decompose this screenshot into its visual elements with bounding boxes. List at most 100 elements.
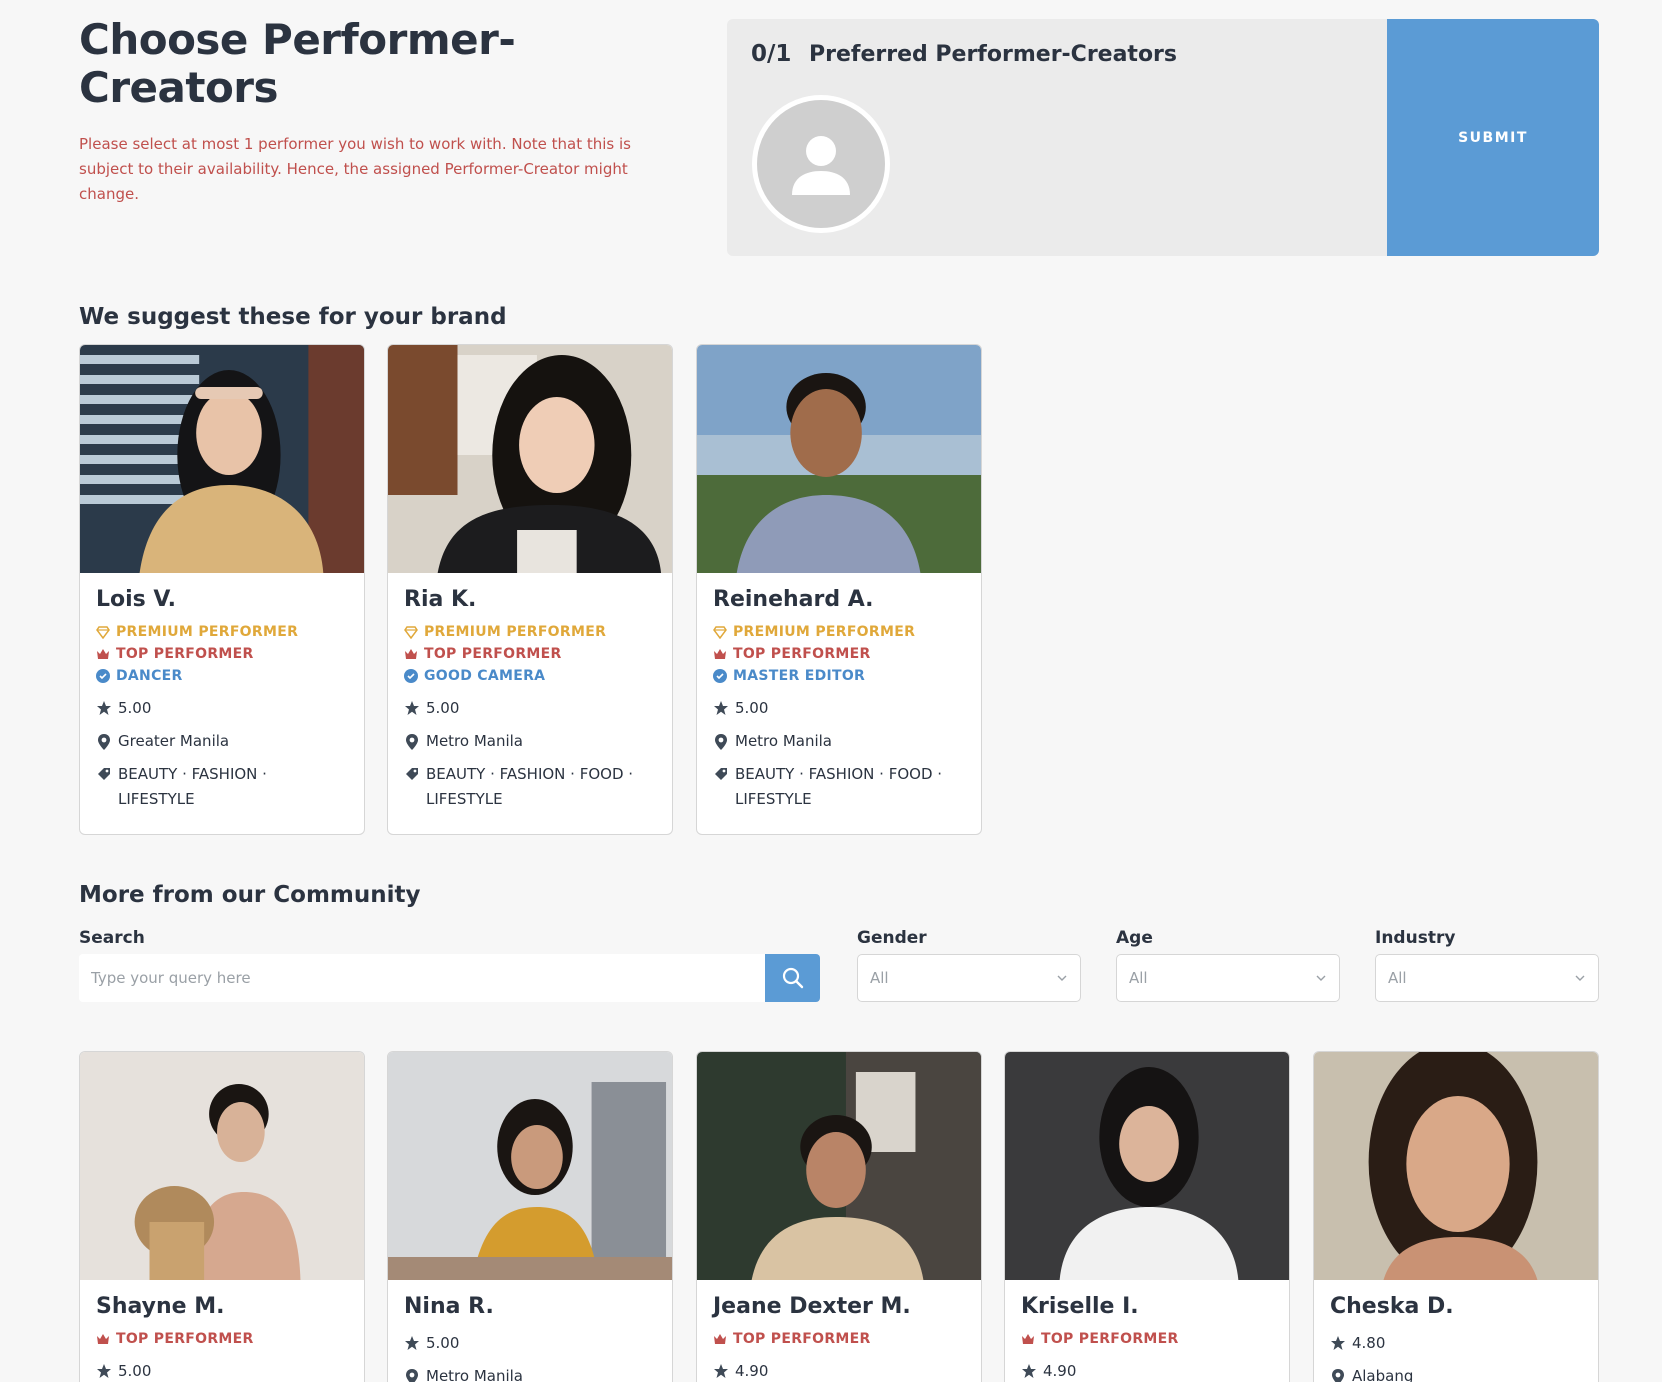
skill-label: GOOD CAMERA (424, 668, 546, 684)
star-icon (1331, 1336, 1345, 1350)
performer-card[interactable]: Kriselle I. TOP PERFORMER 4.90 (1004, 1051, 1290, 1382)
chevron-down-icon (1057, 975, 1067, 981)
tags-row: BEAUTY · FASHION · FOOD · LIFESTYLE (404, 762, 656, 812)
top-badge: TOP PERFORMER (1021, 1331, 1273, 1347)
location-value: Metro Manila (426, 732, 524, 750)
diamond-icon (96, 626, 110, 639)
chevron-down-icon (1316, 975, 1326, 981)
gender-value: All (870, 969, 889, 987)
top-badge: TOP PERFORMER (713, 646, 965, 662)
top-badge: TOP PERFORMER (713, 1331, 965, 1347)
top-label: TOP PERFORMER (116, 646, 254, 662)
tag-icon (406, 768, 418, 780)
crown-icon (714, 1334, 726, 1344)
age-select[interactable]: All (1116, 954, 1340, 1002)
top-label: TOP PERFORMER (1041, 1331, 1179, 1347)
rating-value: 5.00 (118, 699, 152, 717)
performer-name: Jeane Dexter M. (713, 1294, 911, 1319)
location-value: Metro Manila (735, 732, 833, 750)
location-value: Alabang (1352, 1367, 1414, 1382)
age-label: Age (1116, 928, 1153, 948)
top-badge: TOP PERFORMER (96, 1331, 348, 1347)
avatar-placeholder[interactable] (752, 95, 890, 233)
search-icon (782, 967, 803, 989)
rating-value: 5.00 (118, 1362, 152, 1380)
tags-value: BEAUTY · FASHION · LIFESTYLE (118, 765, 267, 808)
premium-badge: PREMIUM PERFORMER (713, 624, 965, 640)
performer-name: Cheska D. (1330, 1294, 1454, 1319)
rating-value: 4.90 (1043, 1362, 1077, 1380)
star-icon (1022, 1364, 1036, 1378)
rating-row: 5.00 (96, 696, 348, 721)
rating-row: 4.90 (1021, 1359, 1273, 1382)
crown-icon (405, 649, 417, 659)
performer-name: Shayne M. (96, 1294, 225, 1319)
submit-button[interactable]: SUBMIT (1387, 19, 1599, 256)
performer-card[interactable]: Shayne M. TOP PERFORMER 5.00 (79, 1051, 365, 1382)
location-pin-icon (406, 1369, 418, 1382)
top-label: TOP PERFORMER (733, 1331, 871, 1347)
tag-icon (98, 768, 110, 780)
age-value: All (1129, 969, 1148, 987)
performer-photo (697, 1052, 981, 1280)
preferred-count: 0/1 (751, 41, 792, 67)
rating-value: 5.00 (426, 1334, 460, 1352)
industry-value: All (1388, 969, 1407, 987)
performer-card[interactable]: Cheska D. 4.80 Alabang (1313, 1051, 1599, 1382)
top-label: TOP PERFORMER (116, 1331, 254, 1347)
gender-select[interactable]: All (857, 954, 1081, 1002)
top-badge: TOP PERFORMER (404, 646, 656, 662)
location-pin-icon (406, 734, 418, 750)
star-icon (97, 701, 111, 715)
performer-name: Ria K. (404, 587, 477, 612)
premium-label: PREMIUM PERFORMER (116, 624, 299, 640)
performer-card[interactable]: Lois V. PREMIUM PERFORMER TOP PERFORMER … (79, 344, 365, 835)
performer-card[interactable]: Jeane Dexter M. TOP PERFORMER 4.90 (696, 1051, 982, 1382)
premium-badge: PREMIUM PERFORMER (404, 624, 656, 640)
rating-row: 5.00 (96, 1359, 348, 1382)
skill-badge: GOOD CAMERA (404, 668, 656, 684)
performer-photo (80, 1052, 364, 1280)
star-icon (714, 701, 728, 715)
search-button[interactable] (765, 954, 820, 1002)
industry-select[interactable]: All (1375, 954, 1599, 1002)
location-row: Greater Manila (96, 729, 348, 754)
top-badge: TOP PERFORMER (96, 646, 348, 662)
search-label: Search (79, 928, 145, 948)
rating-value: 4.80 (1352, 1334, 1386, 1352)
performer-card[interactable]: Reinehard A. PREMIUM PERFORMER TOP PERFO… (696, 344, 982, 835)
search-input[interactable] (79, 954, 765, 1002)
rating-row: 4.90 (713, 1359, 965, 1382)
skill-label: MASTER EDITOR (733, 668, 866, 684)
verified-icon (713, 669, 727, 683)
star-icon (97, 1364, 111, 1378)
star-icon (405, 1336, 419, 1350)
performer-card[interactable]: Ria K. PREMIUM PERFORMER TOP PERFORMER G… (387, 344, 673, 835)
community-title: More from our Community (79, 882, 421, 908)
performer-name: Reinehard A. (713, 587, 874, 612)
search-bar (79, 954, 820, 1002)
performer-photo (1314, 1052, 1598, 1280)
location-row: Metro Manila (713, 729, 965, 754)
selection-notice: Please select at most 1 performer you wi… (79, 135, 631, 203)
location-value: Metro Manila (426, 1367, 524, 1382)
page-title: Choose Performer-Creators (79, 15, 516, 112)
preferred-label: Preferred Performer-Creators (809, 42, 1178, 67)
premium-badge: PREMIUM PERFORMER (96, 624, 348, 640)
performer-name: Nina R. (404, 1294, 494, 1319)
rating-value: 5.00 (735, 699, 769, 717)
performer-card[interactable]: Nina R. 5.00 Metro Manila (387, 1051, 673, 1382)
location-value: Greater Manila (118, 732, 230, 750)
user-icon (792, 136, 850, 195)
crown-icon (1022, 1334, 1034, 1344)
star-icon (714, 1364, 728, 1378)
premium-label: PREMIUM PERFORMER (424, 624, 607, 640)
performer-photo (1005, 1052, 1289, 1280)
rating-row: 4.80 (1330, 1331, 1582, 1356)
rating-row: 5.00 (404, 696, 656, 721)
location-row: Metro Manila (404, 729, 656, 754)
tags-value: BEAUTY · FASHION · FOOD · LIFESTYLE (735, 765, 943, 808)
location-pin-icon (715, 734, 727, 750)
rating-row: 5.00 (404, 1331, 656, 1356)
rating-row: 5.00 (713, 696, 965, 721)
